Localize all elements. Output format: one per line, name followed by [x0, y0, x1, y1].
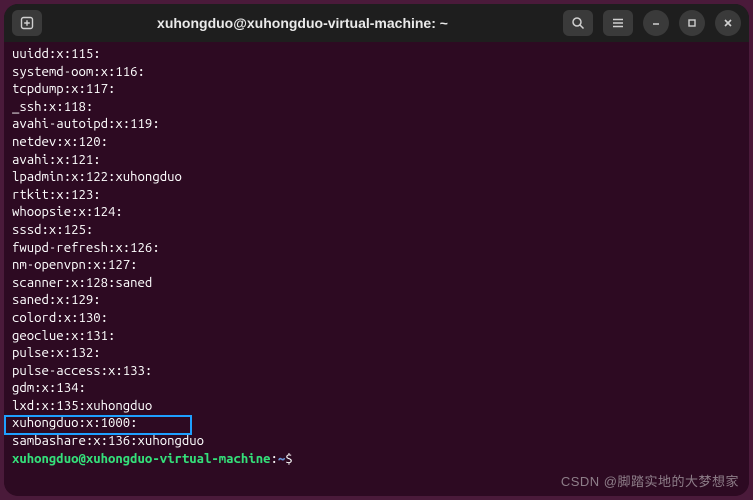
- terminal-line: colord:x:130:: [12, 310, 741, 328]
- titlebar: xuhongduo@xuhongduo-virtual-machine: ~: [4, 4, 749, 42]
- maximize-button[interactable]: [679, 10, 705, 36]
- terminal-line: avahi:x:121:: [12, 152, 741, 170]
- terminal-line: sambashare:x:136:xuhongduo: [12, 433, 741, 451]
- terminal-line: pulse:x:132:: [12, 345, 741, 363]
- close-icon: [722, 17, 734, 29]
- search-button[interactable]: [563, 10, 593, 36]
- menu-button[interactable]: [603, 10, 633, 36]
- minimize-icon: [650, 17, 662, 29]
- terminal-line: lxd:x:135:xuhongduo: [12, 398, 741, 416]
- prompt-symbol: $: [285, 452, 300, 466]
- terminal-line: sssd:x:125:: [12, 222, 741, 240]
- terminal-line: scanner:x:128:saned: [12, 275, 741, 293]
- terminal-line: rtkit:x:123:: [12, 187, 741, 205]
- terminal-line: uuidd:x:115:: [12, 46, 741, 64]
- prompt-separator: :: [270, 452, 277, 466]
- terminal-content[interactable]: uuidd:x:115:systemd-oom:x:116:tcpdump:x:…: [4, 42, 749, 496]
- new-tab-icon: [20, 16, 34, 30]
- terminal-line: _ssh:x:118:: [12, 99, 741, 117]
- terminal-line: whoopsie:x:124:: [12, 204, 741, 222]
- terminal-line: nm-openvpn:x:127:: [12, 257, 741, 275]
- terminal-line: saned:x:129:: [12, 292, 741, 310]
- terminal-line: lpadmin:x:122:xuhongduo: [12, 169, 741, 187]
- terminal-line: systemd-oom:x:116:: [12, 64, 741, 82]
- search-icon: [571, 16, 585, 30]
- terminal-line: geoclue:x:131:: [12, 328, 741, 346]
- terminal-line: xuhongduo:x:1000:: [12, 415, 741, 433]
- new-tab-button[interactable]: [12, 10, 42, 36]
- terminal-line: fwupd-refresh:x:126:: [12, 240, 741, 258]
- terminal-line: avahi-autoipd:x:119:: [12, 116, 741, 134]
- window-title: xuhongduo@xuhongduo-virtual-machine: ~: [50, 15, 555, 31]
- terminal-line: tcpdump:x:117:: [12, 81, 741, 99]
- terminal-line: pulse-access:x:133:: [12, 363, 741, 381]
- maximize-icon: [686, 17, 698, 29]
- minimize-button[interactable]: [643, 10, 669, 36]
- close-button[interactable]: [715, 10, 741, 36]
- terminal-line: netdev:x:120:: [12, 134, 741, 152]
- terminal-prompt[interactable]: xuhongduo@xuhongduo-virtual-machine:~$: [12, 451, 741, 469]
- prompt-user-host: xuhongduo@xuhongduo-virtual-machine: [12, 452, 270, 466]
- hamburger-icon: [611, 16, 625, 30]
- terminal-window: xuhongduo@xuhongduo-virtual-machine: ~: [4, 4, 749, 496]
- terminal-line: gdm:x:134:: [12, 380, 741, 398]
